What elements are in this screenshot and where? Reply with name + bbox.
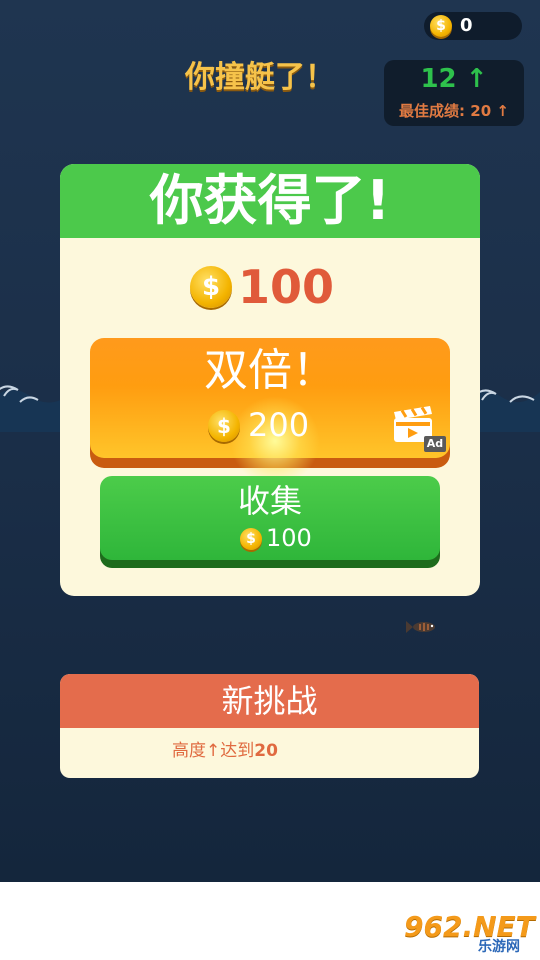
best-score-label: 最佳成绩: [399,102,466,120]
collect-amount: 100 [266,524,312,552]
new-challenge-panel: 新挑战 高度↑达到20 [60,674,479,778]
coin-count: 0 [460,15,473,36]
fish-icon [406,621,435,633]
reward-card: 你获得了! $ 100 双倍！ $ 200 Ad 收集 $ 100 [60,164,480,596]
site-watermark: 962.NET 乐游网 [400,910,536,956]
new-challenge-goal: 高度↑达到20 [172,740,278,762]
game-screen: $ 0 你撞艇了！ 12 ↑ 最佳成绩: 20 ↑ 你获得了! $ 100 双倍… [0,0,540,882]
reward-amount-value: 100 [238,260,335,314]
reward-card-header: 你获得了! [60,164,480,238]
current-score-value: 12 [420,64,457,94]
up-arrow-icon: ↑ [496,102,509,120]
coin-icon: $ [240,528,262,550]
best-score-value: 20 [470,102,492,120]
double-reward-amount: 200 [248,406,310,444]
double-reward-label: 双倍！ [204,345,336,396]
challenge-goal-value: 20 [254,741,278,761]
challenge-goal-text: 高度↑达到 [172,741,255,761]
watermark-site-name: 乐游网 [478,939,520,955]
reward-card-title: 你获得了! [149,169,391,232]
score-panel: 12 ↑ 最佳成绩: 20 ↑ [384,60,524,126]
ad-tag: Ad [424,436,446,452]
current-score: 12 ↑ [384,64,524,94]
collect-button[interactable]: 收集 $ 100 [100,476,440,568]
coin-counter: $ 0 [424,12,522,40]
coin-icon: $ [208,410,240,442]
collect-label: 收集 [237,482,302,520]
double-reward-button[interactable]: 双倍！ $ 200 Ad [90,338,450,486]
up-arrow-icon: ↑ [465,64,488,94]
best-score: 最佳成绩: 20 ↑ [384,100,524,121]
coin-icon: $ [430,15,452,37]
video-ad-icon: Ad [392,404,446,454]
crash-title: 你撞艇了！ [185,60,335,95]
new-challenge-title: 新挑战 [221,682,318,720]
new-challenge-header: 新挑战 [60,674,479,728]
coin-icon: $ [190,266,232,308]
